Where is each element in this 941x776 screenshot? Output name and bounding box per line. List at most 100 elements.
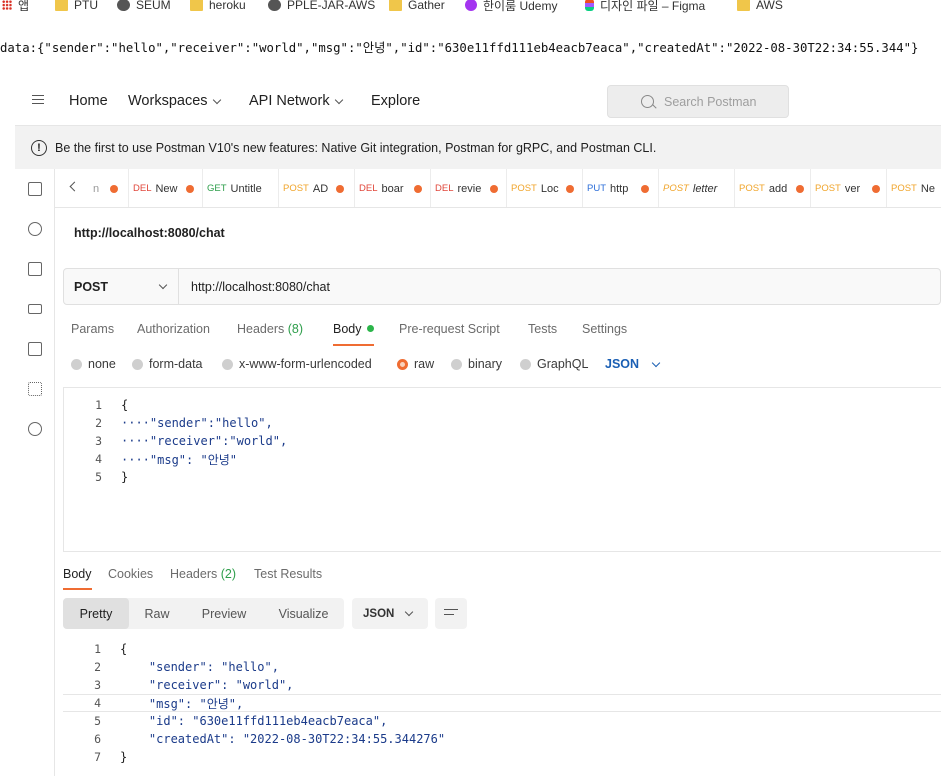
request-tab[interactable]: DEL New — [129, 169, 203, 207]
unsaved-dot — [186, 184, 195, 193]
menu-icon[interactable] — [32, 95, 44, 104]
code-line: 1{ — [95, 398, 129, 412]
folder-icon — [55, 0, 68, 11]
view-visualize-button[interactable]: Visualize — [263, 598, 344, 629]
folder-icon — [389, 0, 402, 11]
request-tab[interactable]: POST AD — [279, 169, 355, 207]
request-tab[interactable]: GET Untitle — [203, 169, 279, 207]
tab-tests[interactable]: Tests — [528, 322, 557, 336]
announcement-banner: ! Be the first to use Postman V10's new … — [15, 125, 941, 169]
unsaved-dot — [871, 184, 880, 193]
code-line: 1{ — [94, 642, 128, 656]
request-tab[interactable]: DEL boar — [355, 169, 431, 207]
apis-icon[interactable] — [28, 222, 42, 236]
request-tab[interactable]: POST add — [735, 169, 811, 207]
chevron-down-icon — [212, 95, 221, 104]
tab-settings[interactable]: Settings — [582, 322, 627, 336]
bookmark-ptu[interactable]: PTU — [55, 0, 98, 13]
response-format-select[interactable]: JSON — [352, 598, 428, 629]
bookmark-heroku[interactable]: heroku — [190, 0, 246, 13]
unsaved-dot — [110, 184, 118, 193]
view-preview-button[interactable]: Preview — [185, 598, 263, 629]
tab-headers[interactable]: Headers (8) — [237, 322, 303, 336]
radio-raw[interactable]: raw — [397, 357, 434, 371]
unsaved-dot — [641, 184, 649, 193]
radio-form-data[interactable]: form-data — [132, 357, 203, 371]
tab-body[interactable]: Body — [333, 322, 374, 346]
nav-home[interactable]: Home — [69, 93, 108, 109]
chevron-left-icon[interactable] — [69, 181, 80, 192]
radio-icon — [451, 358, 462, 370]
request-tab[interactable]: n — [89, 169, 129, 207]
udemy-icon — [465, 0, 477, 11]
bookmark-gather[interactable]: Gather — [389, 0, 445, 13]
bookmark-aws[interactable]: AWS — [737, 0, 783, 13]
bookmark-seum[interactable]: SEUM — [117, 0, 171, 13]
request-tab[interactable]: POST ver — [811, 169, 887, 207]
history-icon[interactable] — [28, 422, 42, 436]
postman-app: Home Workspaces API Network Explore Sear… — [15, 79, 941, 776]
mock-servers-icon[interactable] — [28, 304, 42, 314]
figma-icon — [585, 0, 594, 11]
radio-urlencoded[interactable]: x-www-form-urlencoded — [222, 357, 372, 371]
top-nav: Home Workspaces API Network Explore Sear… — [15, 79, 941, 125]
bookmark-udemy[interactable]: 한이룸 Udemy — [465, 0, 557, 13]
request-name[interactable]: http://localhost:8080/chat — [74, 226, 225, 240]
response-tab-test-results[interactable]: Test Results — [254, 567, 322, 581]
nav-workspaces[interactable]: Workspaces — [128, 93, 221, 109]
request-tab[interactable]: PUT http — [583, 169, 659, 207]
radio-binary[interactable]: binary — [451, 357, 502, 371]
unsaved-dot — [795, 184, 804, 193]
nav-api-network[interactable]: API Network — [249, 93, 343, 109]
bookmark-figma[interactable]: 디자인 파일 – Figma — [585, 0, 705, 13]
environments-icon[interactable] — [28, 262, 42, 276]
tab-params[interactable]: Params — [71, 322, 114, 336]
tab-authorization[interactable]: Authorization — [137, 322, 210, 336]
globe-icon — [117, 0, 130, 11]
request-tab[interactable]: POST Loc — [507, 169, 583, 207]
bookmark-apps[interactable]: 앱 — [2, 0, 29, 13]
view-mode-segment: Pretty Raw Preview Visualize — [63, 598, 344, 629]
wrap-lines-icon[interactable] — [435, 598, 467, 629]
response-tab-cookies[interactable]: Cookies — [108, 567, 153, 581]
folder-icon — [737, 0, 750, 11]
chevron-down-icon — [651, 358, 661, 367]
response-tab-body[interactable]: Body — [63, 567, 92, 590]
radio-graphql[interactable]: GraphQL — [520, 357, 588, 371]
nav-explore[interactable]: Explore — [371, 93, 420, 109]
response-tab-headers[interactable]: Headers (2) — [170, 567, 236, 581]
monitors-icon[interactable] — [28, 342, 42, 356]
radio-icon — [71, 358, 82, 370]
search-input[interactable]: Search Postman — [607, 85, 789, 118]
flows-icon[interactable] — [28, 382, 42, 396]
radio-none[interactable]: none — [71, 357, 116, 371]
banner-text: Be the first to use Postman V10's new fe… — [55, 140, 657, 155]
method-select[interactable]: POST — [64, 269, 179, 304]
code-line: 3 ····"receiver":"world", — [95, 434, 288, 448]
search-placeholder: Search Postman — [664, 94, 757, 109]
url-input[interactable]: http://localhost:8080/chat — [179, 269, 330, 304]
tab-prerequest-script[interactable]: Pre-request Script — [399, 322, 500, 336]
response-body-viewer[interactable]: 1{ 2 "sender": "hello", 3 "receiver": "w… — [63, 640, 941, 776]
search-icon — [641, 95, 654, 108]
radio-selected-icon — [397, 358, 408, 370]
radio-icon — [132, 358, 143, 370]
unsaved-dot — [490, 184, 499, 193]
raw-format-select[interactable]: JSON — [605, 357, 661, 371]
view-pretty-button[interactable]: Pretty — [63, 598, 129, 629]
code-line: 7} — [94, 750, 128, 764]
view-raw-button[interactable]: Raw — [129, 598, 185, 629]
collections-icon[interactable] — [28, 182, 42, 196]
request-body-editor[interactable]: 1{ 2 ····"sender":"hello", 3 ····"receiver… — [63, 387, 941, 552]
code-line: 3 "receiver": "world", — [94, 678, 294, 692]
code-line: 2 ····"sender":"hello", — [95, 416, 273, 430]
unsaved-dot — [565, 184, 574, 193]
request-tab[interactable]: POST Ne — [887, 169, 941, 207]
request-tab[interactable]: POST letter — [659, 169, 735, 207]
bookmark-pple-jar-aws[interactable]: PPLE-JAR-AWS — [268, 0, 375, 13]
code-line: 2 "sender": "hello", — [94, 660, 279, 674]
unsaved-dot — [335, 184, 344, 193]
globe-icon — [268, 0, 281, 11]
request-tab[interactable]: DEL revie — [431, 169, 507, 207]
unsaved-dot — [414, 184, 423, 193]
